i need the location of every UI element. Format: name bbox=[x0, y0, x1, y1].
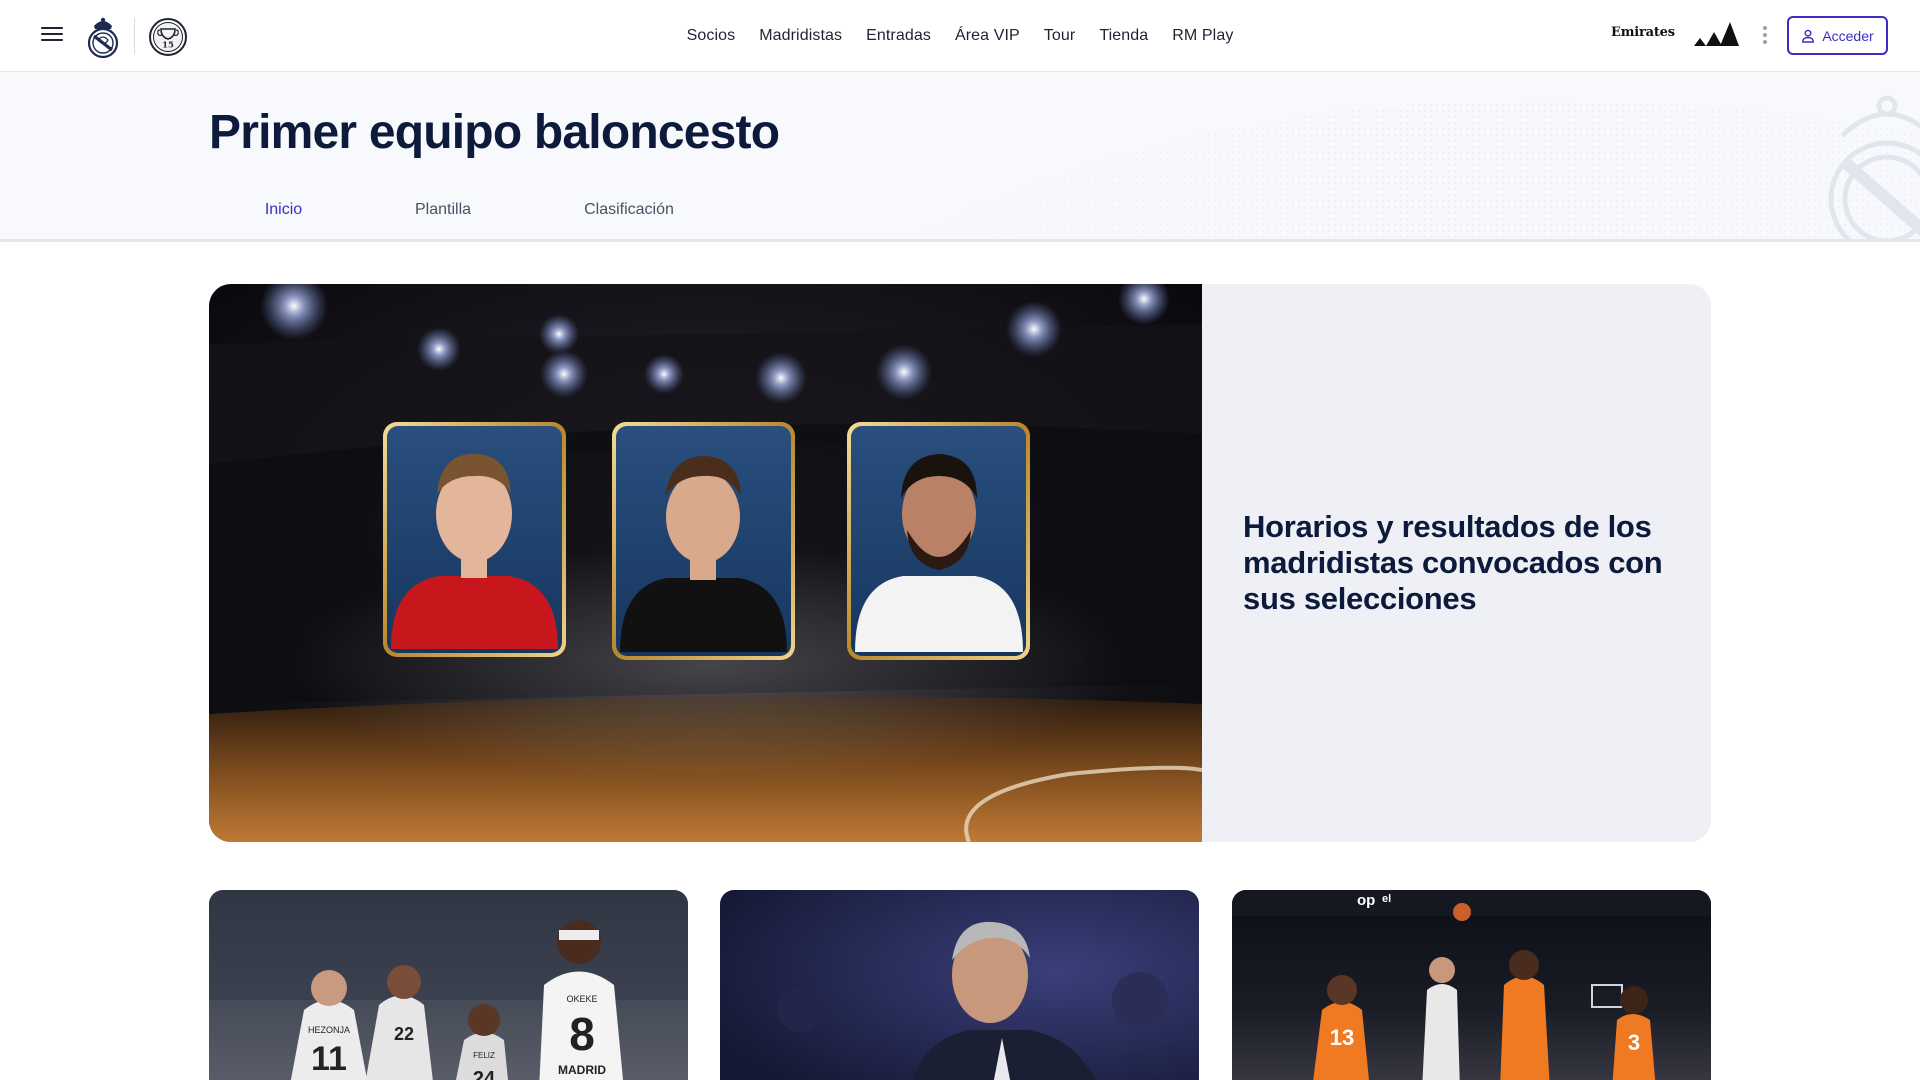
jersey-number-11: 11 bbox=[311, 1040, 347, 1078]
tab-plantilla[interactable]: Plantilla bbox=[358, 178, 528, 239]
login-label: Acceder bbox=[1822, 27, 1874, 44]
player-portrait-2 bbox=[612, 422, 795, 660]
jersey-name-feliz: FELIZ bbox=[473, 1051, 495, 1060]
featured-text-panel: Horarios y resultados de los madridistas… bbox=[1243, 284, 1673, 842]
page-title: Primer equipo baloncesto bbox=[209, 106, 780, 159]
login-button[interactable]: Acceder bbox=[1787, 16, 1888, 55]
player-portrait-1 bbox=[383, 422, 566, 657]
logo-divider bbox=[134, 18, 135, 54]
nav-link-tour[interactable]: Tour bbox=[1044, 27, 1076, 44]
jersey-number-24: 24 bbox=[473, 1068, 496, 1080]
jersey-number-13: 13 bbox=[1330, 1025, 1354, 1050]
nav-link-madridistas[interactable]: Madridistas bbox=[759, 27, 842, 44]
news-image-1: 11 22 24 8 HEZONJA OKEKE MADRID FELIZ bbox=[209, 890, 688, 1080]
nav-link-socios[interactable]: Socios bbox=[687, 27, 736, 44]
featured-headline[interactable]: Horarios y resultados de los madridistas… bbox=[1243, 509, 1673, 617]
jersey-number-3: 3 bbox=[1628, 1030, 1640, 1055]
jersey-name-hezonja: HEZONJA bbox=[308, 1025, 350, 1035]
top-header: 15 Socios Madridistas Entradas Área VIP … bbox=[0, 0, 1920, 72]
nav-link-area-vip[interactable]: Área VIP bbox=[955, 27, 1020, 44]
section-tabs: Inicio Plantilla Clasificación bbox=[209, 178, 730, 239]
emirates-sponsor-logo[interactable]: Emirates bbox=[1611, 25, 1675, 40]
player-portrait-3 bbox=[847, 422, 1030, 660]
jersey-number-8: 8 bbox=[569, 1008, 595, 1060]
champions-15-badge-logo[interactable]: 15 bbox=[148, 17, 188, 57]
badge-number: 15 bbox=[162, 41, 174, 51]
nav-link-rm-play[interactable]: RM Play bbox=[1172, 27, 1233, 44]
jersey-name-okeke: OKEKE bbox=[566, 994, 597, 1004]
section-hero: Primer equipo baloncesto Inicio Plantill… bbox=[0, 72, 1920, 242]
news-card-3[interactable]: op el 13 3 bbox=[1232, 890, 1711, 1080]
nav-link-tienda[interactable]: Tienda bbox=[1099, 27, 1148, 44]
news-card-1[interactable]: 11 22 24 8 HEZONJA OKEKE MADRID FELIZ bbox=[209, 890, 688, 1080]
tab-inicio[interactable]: Inicio bbox=[209, 178, 358, 239]
adidas-sponsor-logo[interactable] bbox=[1692, 18, 1740, 48]
crest-watermark-icon bbox=[1828, 95, 1920, 239]
news-image-3: op el 13 3 bbox=[1232, 890, 1711, 1080]
tab-clasificacion[interactable]: Clasificación bbox=[528, 178, 730, 239]
jersey-number-22: 22 bbox=[394, 1024, 414, 1044]
featured-image bbox=[209, 284, 1202, 842]
jersey-text-madrid: MADRID bbox=[558, 1063, 606, 1077]
featured-news-card[interactable]: Horarios y resultados de los madridistas… bbox=[209, 284, 1711, 842]
news-card-2[interactable] bbox=[720, 890, 1199, 1080]
nav-link-entradas[interactable]: Entradas bbox=[866, 27, 931, 44]
more-options-icon[interactable] bbox=[1758, 24, 1772, 48]
hamburger-menu-icon[interactable] bbox=[38, 23, 66, 49]
arena-sponsor-text-2: el bbox=[1382, 893, 1391, 905]
real-madrid-crest-logo[interactable] bbox=[84, 14, 122, 58]
news-image-2 bbox=[720, 890, 1199, 1080]
arena-sponsor-text-1: op bbox=[1357, 892, 1375, 909]
user-icon bbox=[1802, 29, 1815, 43]
hero-dot-pattern bbox=[905, 99, 1920, 239]
